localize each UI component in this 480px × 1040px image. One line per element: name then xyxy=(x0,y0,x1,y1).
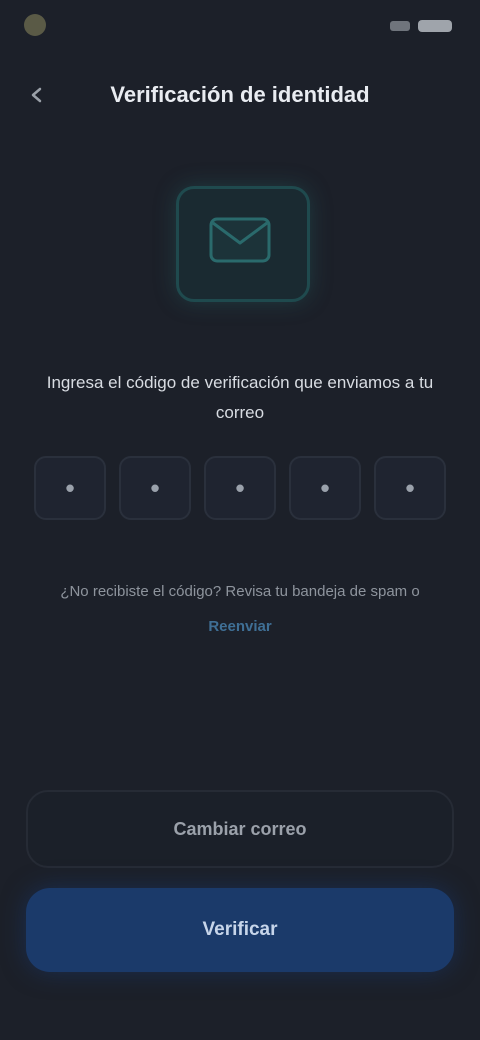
envelope-icon xyxy=(209,217,271,263)
code-digit-5[interactable]: • xyxy=(374,456,446,520)
status-left xyxy=(24,14,146,36)
app-dot-icon xyxy=(24,14,46,36)
signal-icon xyxy=(390,21,410,31)
code-digit-2[interactable]: • xyxy=(119,456,191,520)
chevron-left-icon xyxy=(31,87,42,103)
header: Verificación de identidad xyxy=(0,70,480,120)
back-button[interactable] xyxy=(22,80,52,110)
code-digit-1[interactable]: • xyxy=(34,456,106,520)
verification-screen: Verificación de identidad Ingresa el cód… xyxy=(0,0,480,1040)
status-right xyxy=(390,20,452,32)
page-title: Verificación de identidad xyxy=(110,82,370,107)
verify-button[interactable]: Verificar xyxy=(26,888,454,972)
code-digit-3[interactable]: • xyxy=(204,456,276,520)
resend-link[interactable]: Reenviar xyxy=(180,618,300,635)
status-app-name xyxy=(56,14,146,36)
resend-hint: ¿No recibiste el código? Revisa tu bande… xyxy=(60,583,420,600)
status-bar xyxy=(0,0,480,56)
battery-icon xyxy=(418,20,452,32)
code-digit-4[interactable]: • xyxy=(289,456,361,520)
instruction-text: Ingresa el código de verificación que en… xyxy=(46,373,434,422)
hero-illustration xyxy=(160,180,320,320)
change-email-button[interactable]: Cambiar correo xyxy=(26,790,454,868)
code-input-row: • • • • • xyxy=(34,456,446,520)
